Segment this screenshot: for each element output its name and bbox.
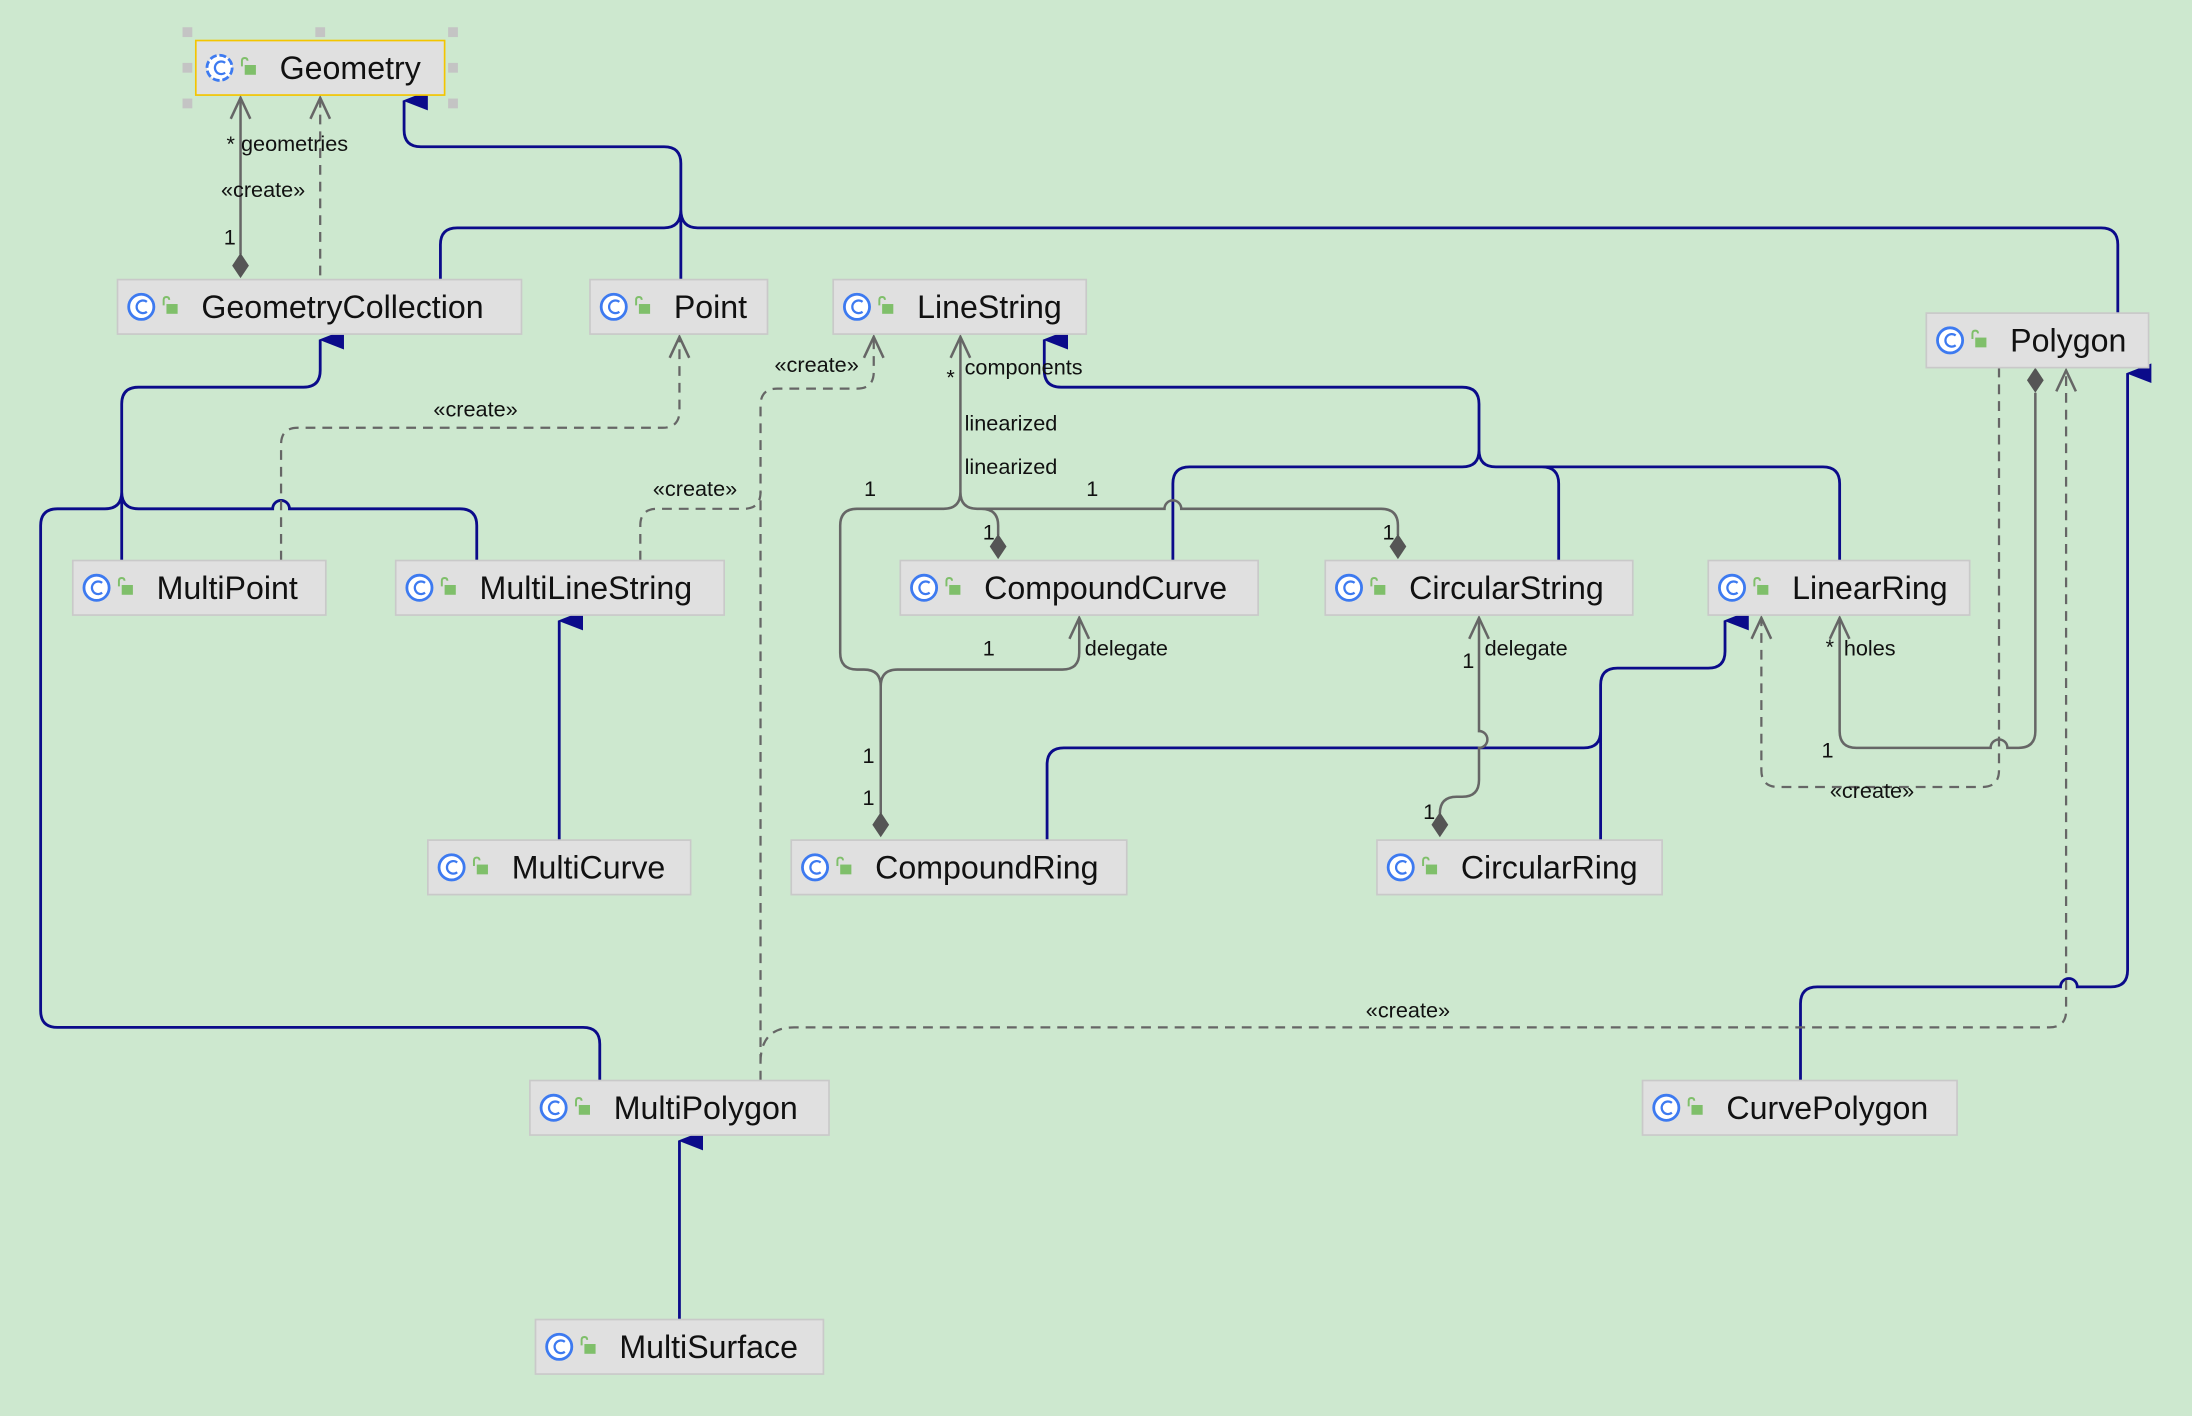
edge-label: delegate [1085, 636, 1168, 661]
class-node-multisurface[interactable]: MultiSurface [534, 1318, 825, 1375]
resize-handle[interactable] [182, 27, 193, 38]
class-c-icon [127, 292, 156, 321]
class-node-circularstring[interactable]: CircularString [1324, 559, 1634, 616]
class-c-icon [437, 853, 466, 882]
class-name: LinearRing [1792, 570, 1947, 606]
edge-label: 1 [1423, 799, 1435, 824]
class-name: MultiLineString [480, 570, 693, 606]
edge-label: holes [1844, 636, 1896, 661]
class-name: CurvePolygon [1726, 1090, 1928, 1126]
composition-diamond-icon [2026, 367, 2044, 393]
class-c-icon [82, 573, 111, 602]
class-name: CompoundRing [875, 850, 1098, 886]
edge-label: «create» [433, 397, 517, 422]
class-name: CircularString [1409, 570, 1604, 606]
edge-label: «create» [774, 352, 858, 377]
edge-label: «create» [1366, 998, 1450, 1023]
class-node-circularring[interactable]: CircularRing [1376, 839, 1663, 896]
edge-label: 1 [1462, 648, 1474, 673]
class-node-point[interactable]: Point [589, 278, 769, 335]
edge-label: linearized [965, 411, 1058, 436]
class-c-icon [1936, 326, 1965, 355]
create-multipolygon-polygon[interactable] [759, 370, 2068, 1081]
resize-handle[interactable] [448, 62, 458, 73]
edge-label: «create» [1830, 778, 1914, 803]
class-name: CompoundCurve [984, 570, 1227, 606]
class-node-multilinestring[interactable]: MultiLineString [394, 559, 726, 616]
create-multipoint-point[interactable] [279, 336, 681, 561]
class-name: GeometryCollection [201, 289, 483, 325]
class-c-icon [842, 292, 871, 321]
class-name: Geometry [280, 50, 421, 86]
class-node-multipolygon[interactable]: MultiPolygon [529, 1079, 830, 1136]
edge-label: delegate [1485, 636, 1568, 661]
class-name: Polygon [2010, 323, 2126, 359]
class-c-icon [1718, 573, 1746, 602]
class-node-multicurve[interactable]: MultiCurve [426, 839, 692, 896]
class-c-icon [545, 1332, 574, 1361]
inherit-geometrycollection[interactable] [39, 340, 602, 1081]
inherit-polygon[interactable] [1799, 363, 2152, 1081]
edge-label: 1 [1086, 476, 1098, 501]
class-node-curvepolygon[interactable]: CurvePolygon [1641, 1079, 1958, 1136]
resize-handle[interactable] [448, 27, 458, 38]
class-c-icon [539, 1093, 568, 1122]
edge-label: 1 [983, 636, 995, 661]
class-name: LineString [917, 289, 1062, 325]
class-c-icon [405, 573, 434, 602]
class-node-geometry[interactable]: Geometry [194, 39, 446, 96]
edge-label: 1 [864, 476, 876, 501]
uml-class-diagram: Geometry GeometryCollection Point LineStrin… [39, 27, 2152, 1375]
class-c-icon [1335, 573, 1363, 602]
resize-handle[interactable] [182, 98, 193, 109]
class-name: MultiPoint [157, 570, 298, 606]
class-node-linearring[interactable]: LinearRing [1707, 559, 1971, 616]
class-c-icon [801, 853, 830, 882]
edge-label: * geometries [227, 131, 349, 156]
class-c-icon [910, 573, 939, 602]
edge-label: * [1826, 634, 1835, 659]
class-c-icon [1652, 1093, 1681, 1122]
class-node-geometrycollection[interactable]: GeometryCollection [116, 278, 523, 335]
class-name: MultiSurface [619, 1329, 798, 1365]
edge-label: 1 [863, 785, 875, 810]
resize-handle[interactable] [448, 98, 458, 109]
class-node-linestring[interactable]: LineString [832, 278, 1088, 335]
class-name: MultiPolygon [614, 1090, 798, 1126]
resize-handle[interactable] [182, 62, 193, 73]
class-name: CircularRing [1461, 850, 1638, 886]
class-node-polygon[interactable]: Polygon [1925, 312, 2150, 369]
resize-handle[interactable] [315, 27, 326, 38]
class-c-icon [205, 53, 234, 82]
class-node-multipoint[interactable]: MultiPoint [71, 559, 327, 616]
composition-diamond-icon [232, 253, 249, 279]
edge-label: «create» [221, 177, 305, 202]
composition-diamond-icon [872, 812, 890, 838]
edge-label: linearized [965, 454, 1058, 479]
edge-label: 1 [1821, 738, 1833, 763]
edge-label: * [946, 364, 955, 389]
class-name: Point [674, 289, 747, 325]
class-name: MultiCurve [512, 850, 666, 886]
edge-label: 1 [983, 520, 995, 545]
class-c-icon [599, 292, 628, 321]
class-node-compoundcurve[interactable]: CompoundCurve [899, 559, 1259, 616]
edge-label: components [965, 355, 1083, 380]
class-c-icon [1386, 853, 1415, 882]
edge-label: 1 [863, 743, 875, 768]
edge-label: 1 [1383, 520, 1395, 545]
edge-label: 1 [224, 225, 236, 250]
inherit-linestring[interactable] [1044, 340, 1842, 561]
edge-label: «create» [653, 476, 737, 501]
class-node-compoundring[interactable]: CompoundRing [790, 839, 1128, 896]
